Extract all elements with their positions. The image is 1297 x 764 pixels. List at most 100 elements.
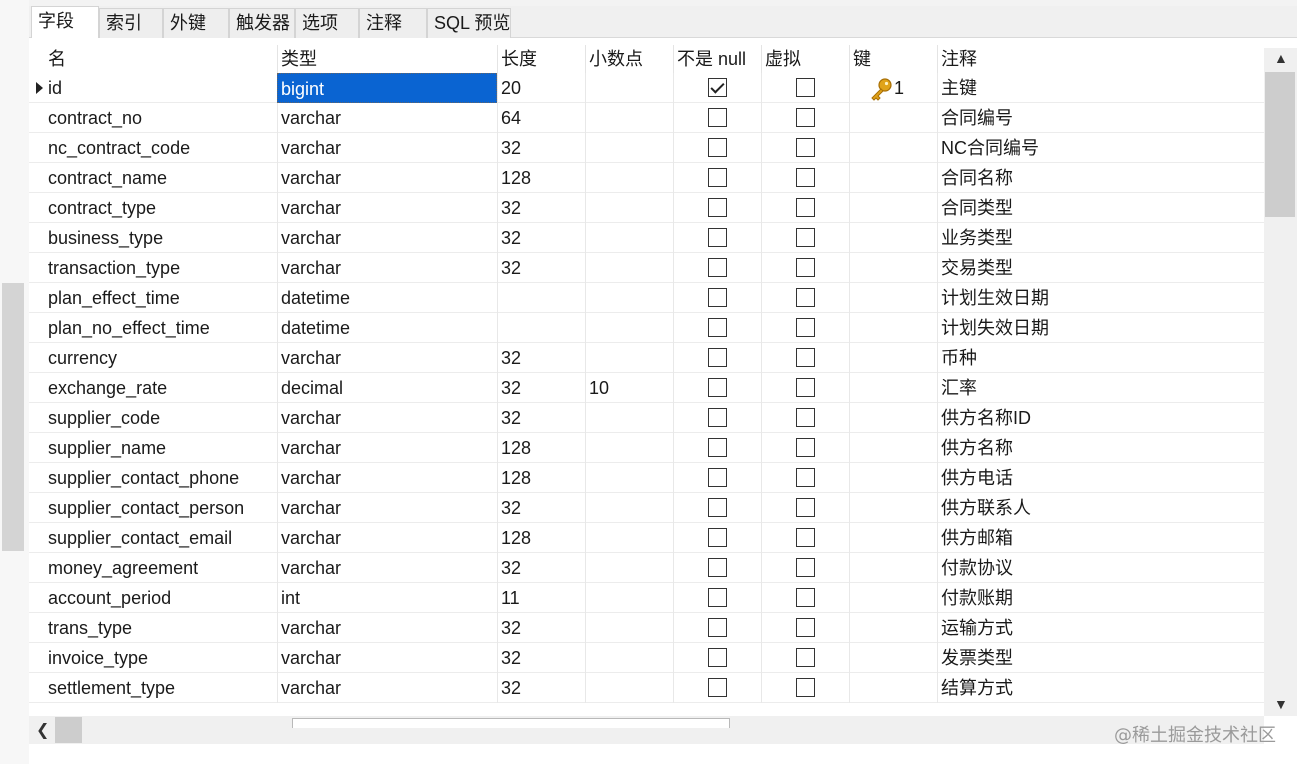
cell-key[interactable] [849,313,937,343]
tab-foreign-keys[interactable]: 外键 [163,8,229,38]
left-panel-scroll-thumb[interactable] [2,283,24,551]
cell-comment[interactable]: NC合同编号 [937,133,1264,163]
not-null-checkbox[interactable] [708,438,727,457]
header-not-null[interactable]: 不是 null [673,45,761,73]
cell-length[interactable]: 32 [497,253,585,283]
cell-key[interactable] [849,403,937,433]
virtual-checkbox[interactable] [796,228,815,247]
cell-key[interactable] [849,613,937,643]
cell-type[interactable]: int [277,583,497,613]
cell-length[interactable]: 128 [497,433,585,463]
cell-comment[interactable]: 计划生效日期 [937,283,1264,313]
cell-name[interactable]: plan_effect_time [45,283,277,313]
cell-comment[interactable]: 汇率 [937,373,1264,403]
cell-length[interactable] [497,313,585,343]
table-row[interactable]: exchange_rate decimal 32 10 汇率 [29,373,1264,403]
table-row[interactable]: contract_no varchar 64 合同编号 [29,103,1264,133]
cell-length[interactable]: 128 [497,163,585,193]
cell-comment[interactable]: 发票类型 [937,643,1264,673]
cell-key[interactable] [849,433,937,463]
cell-key[interactable] [849,343,937,373]
cell-type[interactable]: varchar [277,493,497,523]
cell-length[interactable]: 32 [497,643,585,673]
cell-type[interactable]: varchar [277,613,497,643]
tab-sql-preview[interactable]: SQL 预览 [427,8,511,38]
cell-key[interactable] [849,223,937,253]
cell-decimal[interactable] [585,403,673,433]
virtual-checkbox[interactable] [796,288,815,307]
table-row[interactable]: settlement_type varchar 32 结算方式 [29,673,1264,703]
cell-type[interactable]: datetime [277,313,497,343]
cell-length[interactable]: 128 [497,523,585,553]
not-null-checkbox[interactable] [708,378,727,397]
table-row[interactable]: supplier_contact_email varchar 128 供方邮箱 [29,523,1264,553]
tab-comment[interactable]: 注释 [359,8,427,38]
cell-type[interactable]: varchar [277,163,497,193]
cell-type[interactable]: varchar [277,463,497,493]
cell-length[interactable]: 32 [497,133,585,163]
header-length[interactable]: 长度 [497,45,585,73]
cell-type[interactable]: varchar [277,673,497,703]
cell-decimal[interactable] [585,253,673,283]
cell-key[interactable] [849,253,937,283]
cell-key[interactable] [849,373,937,403]
not-null-checkbox[interactable] [708,258,727,277]
cell-comment[interactable]: 合同类型 [937,193,1264,223]
cell-key[interactable] [849,133,937,163]
virtual-checkbox[interactable] [796,558,815,577]
table-row[interactable]: plan_no_effect_time datetime 计划失效日期 [29,313,1264,343]
virtual-checkbox[interactable] [796,348,815,367]
cell-comment[interactable]: 供方邮箱 [937,523,1264,553]
not-null-checkbox[interactable] [708,198,727,217]
cell-name[interactable]: settlement_type [45,673,277,703]
vertical-scroll-thumb[interactable] [1265,72,1295,217]
table-row[interactable]: transaction_type varchar 32 交易类型 [29,253,1264,283]
cell-name[interactable]: nc_contract_code [45,133,277,163]
cell-decimal[interactable] [585,523,673,553]
cell-comment[interactable]: 币种 [937,343,1264,373]
table-row[interactable]: contract_name varchar 128 合同名称 [29,163,1264,193]
cell-type[interactable]: bigint [277,73,497,103]
cell-length[interactable]: 64 [497,103,585,133]
cell-name[interactable]: contract_name [45,163,277,193]
cell-comment[interactable]: 供方电话 [937,463,1264,493]
cell-length[interactable]: 11 [497,583,585,613]
header-virtual[interactable]: 虚拟 [761,45,849,73]
not-null-checkbox[interactable] [708,318,727,337]
not-null-checkbox[interactable] [708,558,727,577]
header-key[interactable]: 键 [849,45,937,73]
cell-type[interactable]: varchar [277,103,497,133]
virtual-checkbox[interactable] [796,78,815,97]
cell-type[interactable]: decimal [277,373,497,403]
virtual-checkbox[interactable] [796,198,815,217]
cell-type[interactable]: varchar [277,553,497,583]
virtual-checkbox[interactable] [796,258,815,277]
not-null-checkbox[interactable] [708,138,727,157]
virtual-checkbox[interactable] [796,318,815,337]
cell-length[interactable]: 32 [497,193,585,223]
cell-decimal[interactable] [585,493,673,523]
cell-decimal[interactable] [585,283,673,313]
cell-comment[interactable]: 主键 [937,73,1264,103]
cell-comment[interactable]: 供方名称 [937,433,1264,463]
cell-name[interactable]: invoice_type [45,643,277,673]
not-null-checkbox[interactable] [708,618,727,637]
table-row[interactable]: nc_contract_code varchar 32 NC合同编号 [29,133,1264,163]
cell-comment[interactable]: 供方名称ID [937,403,1264,433]
cell-decimal[interactable] [585,133,673,163]
tab-indexes[interactable]: 索引 [99,8,163,38]
not-null-checkbox[interactable] [708,588,727,607]
cell-comment[interactable]: 运输方式 [937,613,1264,643]
not-null-checkbox[interactable] [708,468,727,487]
virtual-checkbox[interactable] [796,528,815,547]
table-row[interactable]: money_agreement varchar 32 付款协议 [29,553,1264,583]
virtual-checkbox[interactable] [796,618,815,637]
cell-key[interactable] [849,193,937,223]
cell-name[interactable]: exchange_rate [45,373,277,403]
cell-length[interactable]: 32 [497,373,585,403]
cell-name[interactable]: currency [45,343,277,373]
not-null-checkbox[interactable] [708,348,727,367]
cell-name[interactable]: supplier_name [45,433,277,463]
table-row[interactable]: trans_type varchar 32 运输方式 [29,613,1264,643]
cell-type[interactable]: varchar [277,433,497,463]
